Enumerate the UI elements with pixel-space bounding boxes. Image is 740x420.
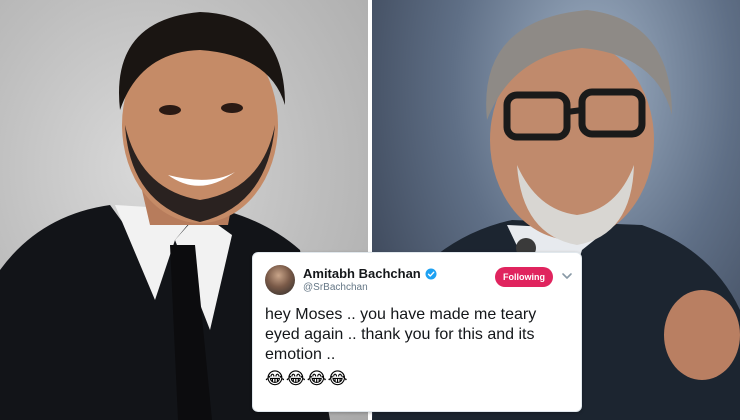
tweet-author: Amitabh Bachchan <box>303 266 437 281</box>
tweet-text: hey Moses .. you have made me teary eyed… <box>265 306 537 363</box>
following-button[interactable]: Following <box>495 267 553 287</box>
tweet-card[interactable]: Amitabh Bachchan @SrBachchan Following h… <box>252 252 582 412</box>
avatar[interactable] <box>265 265 295 295</box>
verified-badge-icon <box>425 268 437 279</box>
author-display-name[interactable]: Amitabh Bachchan <box>303 266 421 281</box>
chevron-down-icon[interactable] <box>561 270 573 282</box>
tweet-emojis: 😂😂😂😂 <box>265 369 349 389</box>
author-handle[interactable]: @SrBachchan <box>303 282 368 293</box>
